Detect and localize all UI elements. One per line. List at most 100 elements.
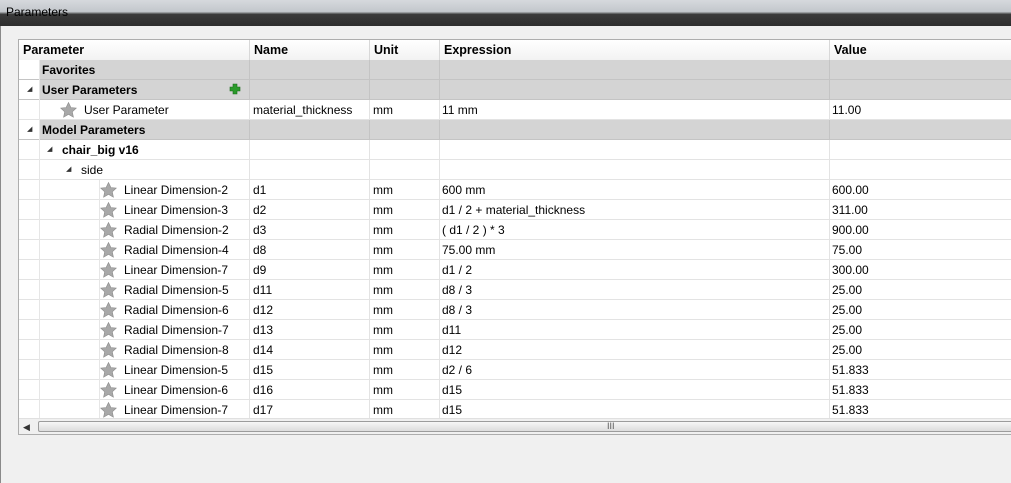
parameter-label: Linear Dimension-2 [124, 183, 229, 197]
parameter-expression[interactable]: d1 / 2 + material_thickness [440, 200, 830, 220]
star-icon[interactable] [100, 322, 117, 338]
parameter-expression[interactable]: d15 [440, 400, 830, 420]
table-row[interactable]: Linear Dimension-2 d1 mm 600 mm 600.00 [19, 180, 1011, 200]
table-row[interactable]: Radial Dimension-7 d13 mm d11 25.00 [19, 320, 1011, 340]
parameter-expression[interactable]: d8 / 3 [440, 300, 830, 320]
star-icon[interactable] [100, 182, 117, 198]
parameter-name[interactable]: material_thickness [250, 100, 370, 120]
parameter-unit[interactable]: mm [370, 180, 440, 200]
parameter-unit[interactable]: mm [370, 200, 440, 220]
triangle-expanded-icon[interactable]: ◢ [47, 140, 52, 159]
parameter-expression[interactable]: d1 / 2 [440, 260, 830, 280]
parameter-expression[interactable]: d12 [440, 340, 830, 360]
table-header: Parameter Name Unit Expression Value [19, 40, 1011, 61]
star-icon[interactable] [100, 262, 117, 278]
table-row[interactable]: Linear Dimension-7 d9 mm d1 / 2 300.00 [19, 260, 1011, 280]
parameter-label: Linear Dimension-3 [124, 203, 229, 217]
parameter-value: 25.00 [830, 300, 1011, 320]
group-row-user-parameters[interactable]: ◢ User Parameters [19, 80, 1011, 100]
parameter-unit[interactable]: mm [370, 280, 440, 300]
parameter-unit[interactable]: mm [370, 100, 440, 120]
parameter-name[interactable]: d16 [250, 380, 370, 400]
parameter-unit[interactable]: mm [370, 240, 440, 260]
table-row[interactable]: Radial Dimension-5 d11 mm d8 / 3 25.00 [19, 280, 1011, 300]
parameter-name[interactable]: d2 [250, 200, 370, 220]
group-row-favorites[interactable]: Favorites [19, 60, 1011, 80]
column-header-expression[interactable]: Expression [440, 40, 830, 60]
column-header-unit[interactable]: Unit [370, 40, 440, 60]
parameter-unit[interactable]: mm [370, 260, 440, 280]
star-icon[interactable] [100, 242, 117, 258]
parameter-name[interactable]: d1 [250, 180, 370, 200]
triangle-expanded-icon[interactable]: ◢ [66, 160, 71, 179]
star-icon[interactable] [100, 382, 117, 398]
parameter-value: 51.833 [830, 400, 1011, 420]
parameter-expression[interactable]: ( d1 / 2 ) * 3 [440, 220, 830, 240]
parameter-label: Linear Dimension-6 [124, 383, 229, 397]
group-row-model-parameters[interactable]: ◢ Model Parameters [19, 120, 1011, 140]
parameter-label: Radial Dimension-7 [124, 323, 229, 337]
tree-row-sketch[interactable]: ◢ side [19, 160, 1011, 180]
table-row[interactable]: Linear Dimension-3 d2 mm d1 / 2 + material_… [19, 200, 1011, 220]
parameter-name[interactable]: d13 [250, 320, 370, 340]
scroll-left-icon[interactable]: ◀ [23, 419, 30, 434]
parameter-expression[interactable]: d8 / 3 [440, 280, 830, 300]
parameter-expression[interactable]: d15 [440, 380, 830, 400]
parameter-name[interactable]: d9 [250, 260, 370, 280]
parameter-expression[interactable]: 75.00 mm [440, 240, 830, 260]
parameter-label: Radial Dimension-6 [124, 303, 229, 317]
parameter-value: 900.00 [830, 220, 1011, 240]
component-label: chair_big v16 [62, 143, 139, 157]
triangle-expanded-icon[interactable]: ◢ [27, 80, 32, 99]
parameter-unit[interactable]: mm [370, 220, 440, 240]
parameter-expression[interactable]: d2 / 6 [440, 360, 830, 380]
star-icon[interactable] [100, 302, 117, 318]
column-header-value[interactable]: Value [830, 40, 1011, 60]
table-row[interactable]: Radial Dimension-8 d14 mm d12 25.00 [19, 340, 1011, 360]
plus-icon[interactable] [229, 83, 241, 95]
tree-row-component[interactable]: ◢ chair_big v16 [19, 140, 1011, 160]
parameter-unit[interactable]: mm [370, 380, 440, 400]
parameter-name[interactable]: d15 [250, 360, 370, 380]
parameter-unit[interactable]: mm [370, 360, 440, 380]
star-icon[interactable] [100, 202, 117, 218]
star-icon[interactable] [100, 222, 117, 238]
table-row[interactable]: Radial Dimension-2 d3 mm( d1 / 2 ) * 3 900.… [19, 220, 1011, 240]
table-row[interactable]: Radial Dimension-6 d12 mm d8 / 3 25.00 [19, 300, 1011, 320]
group-label-model-parameters: Model Parameters [39, 120, 250, 140]
parameters-table[interactable]: Parameter Name Unit Expression Value Fav… [18, 39, 1011, 435]
window-title: Parameters [6, 5, 69, 19]
parameter-unit[interactable]: mm [370, 300, 440, 320]
parameter-unit[interactable]: mm [370, 340, 440, 360]
parameter-expression[interactable]: 11 mm [440, 100, 830, 120]
parameter-name[interactable]: d8 [250, 240, 370, 260]
table-row[interactable]: Linear Dimension-5 d15 mm d2 / 6 51.833 [19, 360, 1011, 380]
triangle-expanded-icon[interactable]: ◢ [27, 120, 32, 139]
table-row-user-parameter[interactable]: User Parameter material_thickness mm 11 … [19, 100, 1011, 120]
parameter-value: 75.00 [830, 240, 1011, 260]
star-icon[interactable] [60, 102, 77, 118]
parameter-name[interactable]: d12 [250, 300, 370, 320]
table-row[interactable]: Radial Dimension-4 d8 mm 75.00 mm 75.00 [19, 240, 1011, 260]
star-icon[interactable] [100, 342, 117, 358]
title-bar: Parameters [0, 0, 1011, 26]
scrollbar-thumb[interactable]: III [38, 421, 1011, 432]
table-row[interactable]: Linear Dimension-7 d17 mm d15 51.833 [19, 400, 1011, 420]
parameter-name[interactable]: d3 [250, 220, 370, 240]
parameter-expression[interactable]: d11 [440, 320, 830, 340]
tree-guide [39, 60, 40, 418]
parameter-name[interactable]: d14 [250, 340, 370, 360]
star-icon[interactable] [100, 402, 117, 418]
column-header-parameter[interactable]: Parameter [19, 40, 250, 60]
parameter-unit[interactable]: mm [370, 400, 440, 420]
star-icon[interactable] [100, 282, 117, 298]
parameter-name[interactable]: d11 [250, 280, 370, 300]
star-icon[interactable] [100, 362, 117, 378]
parameter-unit[interactable]: mm [370, 320, 440, 340]
parameter-name[interactable]: d17 [250, 400, 370, 420]
parameter-expression[interactable]: 600 mm [440, 180, 830, 200]
horizontal-scrollbar[interactable]: ◀ III [19, 418, 1011, 434]
parameter-label: Radial Dimension-8 [124, 343, 229, 357]
column-header-name[interactable]: Name [250, 40, 370, 60]
table-row[interactable]: Linear Dimension-6 d16 mm d15 51.833 [19, 380, 1011, 400]
